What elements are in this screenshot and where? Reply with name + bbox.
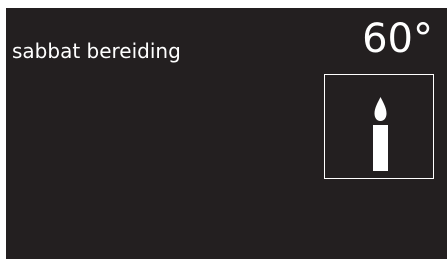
temperature-readout: 60° bbox=[362, 16, 433, 62]
program-name: sabbat bereiding bbox=[12, 39, 181, 63]
candle-icon bbox=[373, 97, 388, 171]
candle-body bbox=[373, 125, 388, 171]
mode-icon-box bbox=[324, 74, 434, 179]
oven-display: sabbat bereiding 60° bbox=[6, 8, 447, 259]
flame-shape bbox=[374, 97, 387, 121]
